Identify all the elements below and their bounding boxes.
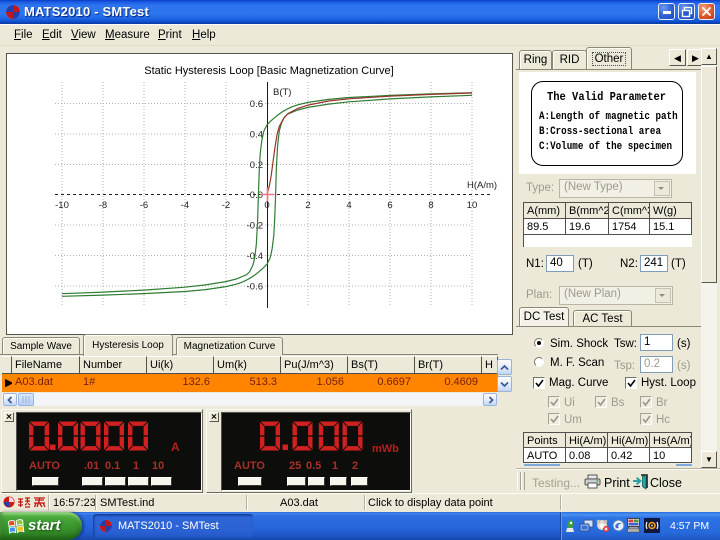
svg-text:-10: -10	[55, 200, 69, 211]
svg-text:-8: -8	[99, 200, 107, 211]
svg-text:B(T): B(T)	[273, 87, 291, 98]
svg-text:0: 0	[264, 200, 269, 211]
svg-text:-4: -4	[181, 200, 189, 211]
svg-text:-0.2: -0.2	[247, 221, 263, 232]
svg-text:8: 8	[428, 200, 433, 211]
svg-text:Static Hysteresis Loop [Basic: Static Hysteresis Loop [Basic Magnetizat…	[144, 65, 393, 77]
svg-text:6: 6	[387, 200, 392, 211]
svg-text:A: A	[171, 440, 180, 454]
svg-text:H(A/m): H(A/m)	[467, 180, 497, 191]
svg-text:-6: -6	[140, 200, 148, 211]
svg-text:2: 2	[305, 200, 310, 211]
svg-text:0.0: 0.0	[250, 190, 263, 201]
svg-text:-2: -2	[222, 200, 230, 211]
svg-text:4: 4	[346, 200, 351, 211]
svg-text:mWb: mWb	[372, 443, 399, 455]
svg-text:0.4: 0.4	[250, 130, 263, 141]
svg-text:-0.6: -0.6	[247, 282, 263, 293]
svg-text:0.6: 0.6	[250, 99, 263, 110]
svg-text:10: 10	[467, 200, 478, 211]
svg-text:0.2: 0.2	[250, 160, 263, 171]
